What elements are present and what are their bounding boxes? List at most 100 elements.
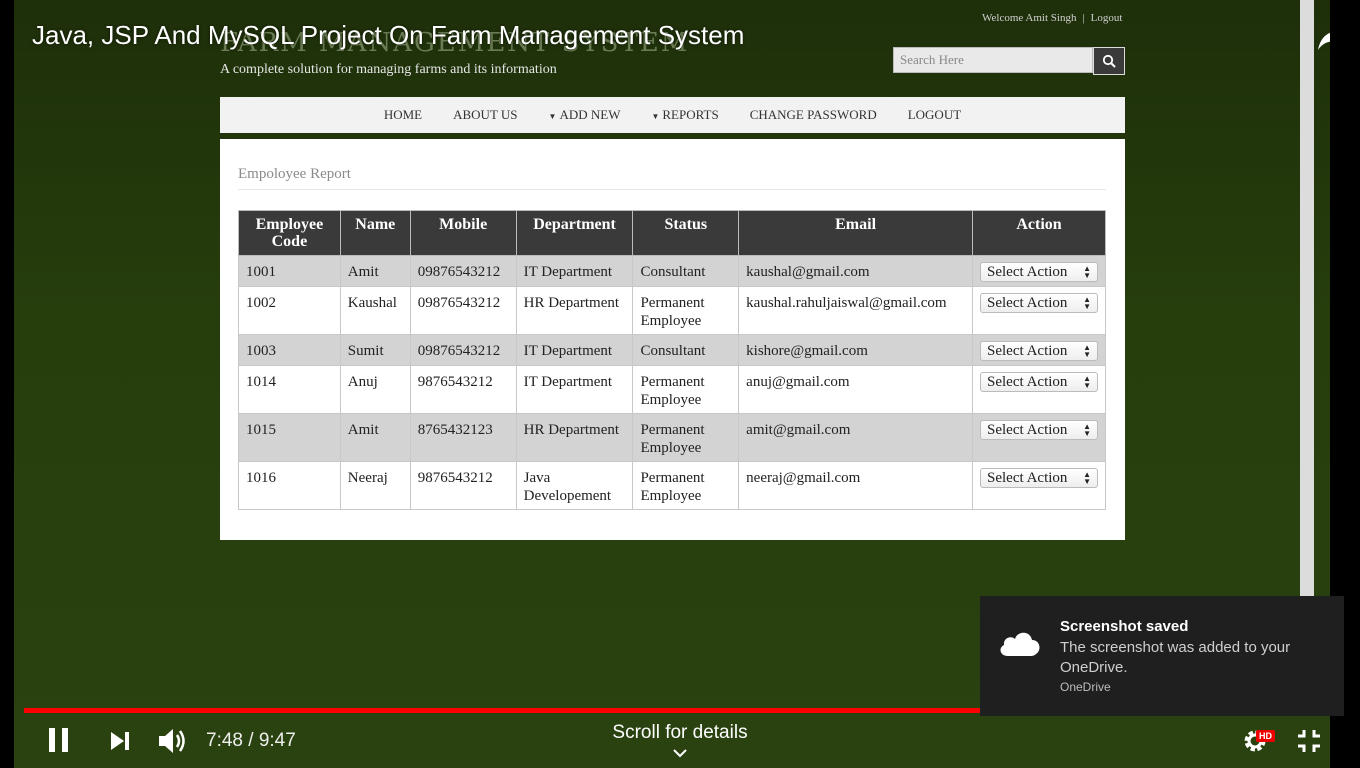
onedrive-notification[interactable]: Screenshot saved The screenshot was adde… [980,596,1344,716]
updown-arrows-icon: ▲ ▼ [1083,264,1091,280]
col-action: Action [972,210,1106,256]
cell-action: Select Action ▲ ▼ [972,461,1106,510]
divider [238,189,1106,190]
nav-home[interactable]: HOME [384,107,422,123]
cell-action: Select Action ▲ ▼ [972,286,1106,335]
table-header-row: Employee Code Name Mobile Department Sta… [238,210,1106,256]
cell-code: 1016 [238,461,341,510]
cell-status: Consultant [632,255,740,287]
cell-code: 1003 [238,334,341,366]
notification-source: OneDrive [1060,680,1111,694]
updown-arrows-icon: ▲ ▼ [1083,374,1091,390]
main-nav: HOME ABOUT US ▼ ADD NEW ▼ REPORTS CHANGE P… [220,97,1125,133]
next-icon[interactable] [108,729,132,753]
cell-status: Consultant [632,334,740,366]
action-select-label: Select Action [987,264,1068,280]
col-department: Department [515,210,634,256]
nav-reports-label: REPORTS [662,107,719,122]
page-scrollbar[interactable] [1300,0,1314,596]
share-icon[interactable] [1317,22,1330,52]
employee-table: Employee Code Name Mobile Department Sta… [238,210,1106,510]
caret-down-icon: ▼ [651,112,660,121]
action-select-label: Select Action [987,343,1068,359]
cell-department: HR Department [515,413,634,462]
video-title[interactable]: Java, JSP And MySQL Project On Farm Mana… [32,20,744,51]
volume-icon[interactable] [156,726,188,756]
action-select[interactable]: Select Action ▲ ▼ [980,262,1098,282]
pause-icon[interactable] [46,726,72,754]
site-tagline: A complete solution for managing farms a… [220,62,557,77]
search-button[interactable] [1093,47,1125,75]
action-select-label: Select Action [987,422,1068,438]
cell-action: Select Action ▲ ▼ [972,413,1106,462]
action-select[interactable]: Select Action ▲ ▼ [980,341,1098,361]
table-row: 1014 Anuj 9876543212 IT Department Permanent… [238,365,1106,414]
time-display: 7:48 / 9:47 [206,730,296,751]
cell-name: Amit [339,413,411,462]
cell-mobile: 09876543212 [409,334,517,366]
col-name: Name [339,210,411,256]
page-title: Empoloyee Report [238,166,351,182]
search-input[interactable]: Search Here [893,47,1093,73]
col-status: Status [632,210,740,256]
cloud-icon [1000,632,1040,656]
cell-status: Permanent Employee [632,286,740,335]
cell-action: Select Action ▲ ▼ [972,255,1106,287]
cell-email: anuj@gmail.com [738,365,973,414]
updown-arrows-icon: ▲ ▼ [1083,295,1091,311]
cell-email: kaushal@gmail.com [738,255,973,287]
cell-mobile: 09876543212 [409,286,517,335]
exit-fullscreen-icon[interactable] [1296,728,1322,754]
action-select[interactable]: Select Action ▲ ▼ [980,420,1098,440]
cell-code: 1014 [238,365,341,414]
cell-email: amit@gmail.com [738,413,973,462]
nav-about-us[interactable]: ABOUT US [453,107,517,123]
cell-mobile: 9876543212 [409,365,517,414]
cell-action: Select Action ▲ ▼ [972,334,1106,366]
table-row: 1016 Neeraj 9876543212 Java Developement Per… [238,461,1106,510]
action-select[interactable]: Select Action ▲ ▼ [980,293,1098,313]
cell-code: 1015 [238,413,341,462]
cell-email: kishore@gmail.com [738,334,973,366]
cell-name: Amit [339,255,411,287]
cell-department: HR Department [515,286,634,335]
cell-mobile: 8765432123 [409,413,517,462]
cell-code: 1002 [238,286,341,335]
welcome-text: Welcome Amit Singh [982,12,1077,24]
notification-body: The screenshot was added to your OneDriv… [1060,639,1291,676]
content-panel: Empoloyee Report Employee Code Name Mobi… [220,139,1125,540]
chevron-down-icon[interactable] [672,748,688,758]
cell-name: Sumit [339,334,411,366]
cell-mobile: 09876543212 [409,255,517,287]
col-email: Email [738,210,973,256]
progress-played [24,708,1070,713]
nav-add-new[interactable]: ▼ ADD NEW [549,107,621,123]
nav-reports[interactable]: ▼ REPORTS [651,107,718,123]
cell-email: kaushal.rahuljaiswal@gmail.com [738,286,973,335]
table-row: 1015 Amit 8765432123 HR Department Permanent… [238,413,1106,462]
cell-name: Anuj [339,365,411,414]
cell-email: neeraj@gmail.com [738,461,973,510]
hd-badge: HD [1256,730,1275,742]
action-select[interactable]: Select Action ▲ ▼ [980,372,1098,392]
cell-status: Permanent Employee [632,413,740,462]
updown-arrows-icon: ▲ ▼ [1083,470,1091,486]
table-row: 1002 Kaushal 09876543212 HR Department Perma… [238,286,1106,335]
player-controls: 7:48 / 9:47 Scroll for details HD [0,716,1360,768]
scroll-for-details[interactable]: Scroll for details [580,722,780,744]
notification-heading: Screenshot saved [1060,618,1189,635]
action-select-label: Select Action [987,374,1068,390]
cell-department: Java Developement [515,461,634,510]
action-select[interactable]: Select Action ▲ ▼ [980,468,1098,488]
cell-code: 1001 [238,255,341,287]
nav-add-new-label: ADD NEW [559,107,621,122]
cell-name: Neeraj [339,461,411,510]
col-mobile: Mobile [409,210,517,256]
cell-name: Kaushal [339,286,411,335]
cell-mobile: 9876543212 [409,461,517,510]
search-icon [1102,54,1116,68]
cell-department: IT Department [515,365,634,414]
nav-change-password[interactable]: CHANGE PASSWORD [750,107,877,123]
nav-logout[interactable]: LOGOUT [908,107,961,123]
header-logout-link[interactable]: Logout [1091,12,1123,24]
